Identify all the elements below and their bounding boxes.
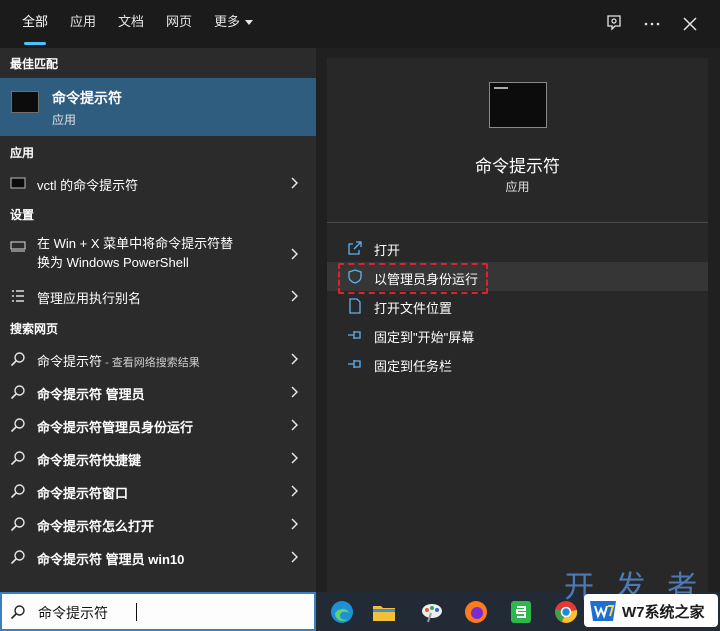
file-explorer-icon[interactable]: [371, 599, 397, 625]
search-top-bar: 全部 应用 文档 网页 更多: [0, 0, 720, 48]
preview-panel: 命令提示符 应用 打开 以管理员身份运行 打开文件位置 固定到"开始"屏幕 固定…: [327, 58, 708, 592]
more-icon[interactable]: [640, 12, 664, 36]
tab-documents[interactable]: 文档: [112, 0, 150, 48]
setting-item-line1: 在 Win + X 菜单中将命令提示符替: [37, 236, 234, 251]
command-prompt-icon: [489, 82, 547, 128]
web-item[interactable]: 命令提示符窗口: [0, 474, 316, 507]
text-cursor: [136, 603, 137, 621]
web-item[interactable]: 命令提示符怎么打开: [0, 507, 316, 540]
web-search-heading: 搜索网页: [10, 322, 59, 336]
divider: [327, 222, 708, 223]
results-panel: 最佳匹配 命令提示符 应用 应用 vctl 的命令提示符 设置 在 Win + …: [0, 48, 316, 592]
chevron-right-icon[interactable]: [290, 177, 298, 189]
chevron-right-icon[interactable]: [290, 518, 298, 530]
web-item-label: 命令提示符 管理员: [37, 387, 145, 402]
action-pin-to-start[interactable]: 固定到"开始"屏幕: [327, 320, 708, 349]
web-item-label: 命令提示符怎么打开: [37, 519, 155, 534]
chevron-right-icon[interactable]: [290, 386, 298, 398]
search-icon: [10, 484, 25, 499]
file-location-icon: [349, 298, 361, 314]
tab-web-label: 网页: [166, 14, 193, 29]
best-match-heading: 最佳匹配: [10, 57, 59, 71]
highlight-run-as-admin: [338, 263, 488, 294]
tab-all[interactable]: 全部: [16, 0, 54, 48]
search-value: 命令提示符: [38, 605, 108, 621]
tab-more[interactable]: 更多: [208, 0, 259, 48]
action-open-file-location-label: 打开文件位置: [374, 301, 453, 316]
web-item-label: 命令提示符 - 查看网络搜索结果: [37, 351, 200, 370]
tab-documents-label: 文档: [118, 14, 145, 29]
apps-heading: 应用: [10, 146, 35, 160]
action-pin-to-start-label: 固定到"开始"屏幕: [374, 330, 475, 345]
web-item[interactable]: 命令提示符 - 查看网络搜索结果: [0, 342, 316, 375]
web-item[interactable]: 命令提示符 管理员: [0, 375, 316, 408]
best-match-subtitle: 应用: [52, 113, 77, 127]
web-item-label: 命令提示符管理员身份运行: [37, 420, 194, 435]
action-pin-to-taskbar[interactable]: 固定到任务栏: [327, 349, 708, 378]
chevron-right-icon[interactable]: [290, 452, 298, 464]
app-item-vctl[interactable]: vctl 的命令提示符: [0, 166, 316, 199]
chevron-right-icon[interactable]: [290, 551, 298, 563]
watermark-badge-text: W7系统之家: [622, 604, 705, 621]
sheets-icon[interactable]: [508, 599, 534, 625]
pin-icon: [348, 331, 361, 339]
web-item-hint: - 查看网络搜索结果: [102, 357, 200, 369]
action-open-file-location[interactable]: 打开文件位置: [327, 291, 708, 320]
feedback-icon[interactable]: [602, 12, 626, 36]
chevron-right-icon[interactable]: [290, 353, 298, 365]
search-icon: [10, 451, 25, 466]
command-prompt-icon: [11, 91, 39, 113]
web-item-label: 命令提示符窗口: [37, 486, 129, 501]
tab-web[interactable]: 网页: [160, 0, 198, 48]
best-match-item[interactable]: 命令提示符 应用: [0, 78, 316, 136]
watermark-badge: W7系统之家: [584, 594, 718, 627]
terminal-icon: [10, 177, 26, 189]
chevron-right-icon[interactable]: [290, 485, 298, 497]
close-icon[interactable]: [678, 12, 702, 36]
action-open-label: 打开: [374, 243, 401, 258]
search-icon: [10, 385, 25, 400]
app-item-label: vctl 的命令提示符: [37, 178, 139, 193]
web-item[interactable]: 命令提示符 管理员 win10: [0, 540, 316, 573]
chevron-down-icon: [245, 20, 254, 26]
setting-item-label: 管理应用执行别名: [37, 291, 142, 306]
tab-more-label: 更多: [214, 14, 241, 29]
paint-icon[interactable]: [419, 599, 445, 625]
setting-item-alias[interactable]: 管理应用执行别名: [0, 279, 316, 312]
setting-item-line2: 换为 Windows PowerShell: [37, 255, 189, 270]
list-icon: [12, 290, 24, 302]
web-item-query: 命令提示符: [37, 354, 103, 369]
web-item[interactable]: 命令提示符管理员身份运行: [0, 408, 316, 441]
chevron-right-icon[interactable]: [290, 248, 298, 260]
setting-item-winx[interactable]: 在 Win + X 菜单中将命令提示符替 换为 Windows PowerShe…: [0, 234, 316, 276]
action-open[interactable]: 打开: [327, 233, 708, 262]
web-item-label: 命令提示符快捷键: [37, 453, 142, 468]
web-item-label: 命令提示符 管理员 win10: [37, 552, 185, 567]
preview-subtitle: 应用: [505, 180, 530, 194]
web-item[interactable]: 命令提示符快捷键: [0, 441, 316, 474]
tab-all-label: 全部: [22, 14, 49, 29]
search-icon: [10, 352, 25, 367]
settings-heading: 设置: [10, 208, 35, 222]
pin-icon: [348, 360, 361, 368]
search-icon: [10, 517, 25, 532]
action-pin-to-taskbar-label: 固定到任务栏: [374, 359, 453, 374]
tab-apps-label: 应用: [70, 14, 97, 29]
search-input[interactable]: 命令提示符: [0, 592, 316, 631]
search-icon: [10, 605, 25, 620]
chevron-right-icon[interactable]: [290, 290, 298, 302]
edge-icon[interactable]: [329, 599, 355, 625]
chevron-right-icon[interactable]: [290, 419, 298, 431]
preview-title: 命令提示符: [475, 157, 560, 176]
search-icon: [10, 418, 25, 433]
best-match-title: 命令提示符: [52, 90, 122, 106]
firefox-icon[interactable]: [463, 599, 489, 625]
w7-logo-icon: [590, 601, 616, 621]
open-icon: [348, 241, 362, 255]
list-settings-icon: [10, 241, 26, 252]
tab-apps[interactable]: 应用: [64, 0, 102, 48]
search-icon: [10, 550, 25, 565]
